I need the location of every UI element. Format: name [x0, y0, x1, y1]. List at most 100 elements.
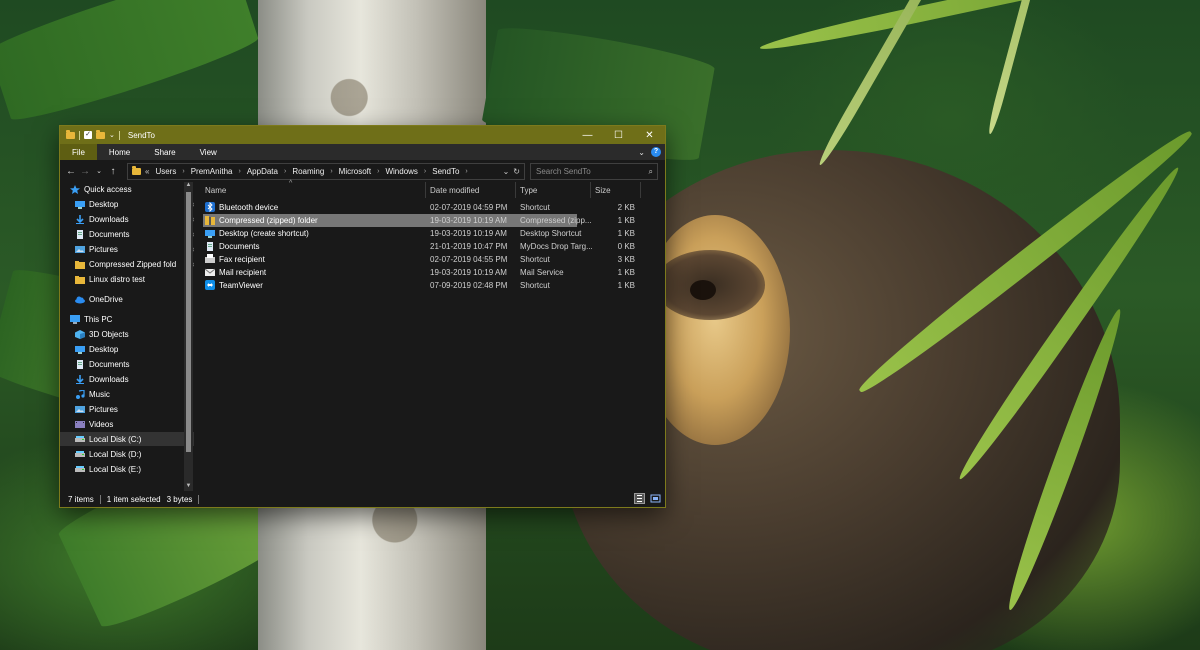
column-header-name[interactable]: Name ^ — [205, 180, 365, 198]
nav-item-label: Local Disk (D:) — [89, 449, 142, 459]
nav-item-this-pc[interactable]: This PC — [60, 312, 194, 326]
chevron-right-icon: › — [283, 168, 287, 175]
up-button[interactable]: ↑ — [106, 166, 120, 177]
column-divider[interactable] — [590, 182, 591, 198]
file-name: Desktop (create shortcut) — [219, 229, 309, 238]
minimize-button[interactable]: — — [572, 126, 603, 144]
help-icon[interactable]: ? — [651, 147, 661, 157]
nav-item-local-disk-c[interactable]: Local Disk (C:) — [60, 432, 194, 446]
nav-item-label: Downloads — [89, 374, 129, 384]
selection-size: 3 bytes — [166, 494, 193, 504]
file-date: 19-03-2019 10:19 AM — [430, 216, 507, 225]
nav-item-label: Compressed Zipped fold — [89, 259, 177, 269]
details-view-icon[interactable] — [634, 493, 645, 504]
file-size: 1 KB — [617, 216, 635, 225]
column-header-size[interactable]: Size — [595, 182, 635, 198]
breadcrumb-item[interactable]: Microsoft — [339, 167, 371, 176]
breadcrumb-item[interactable]: PremAnitha — [191, 167, 233, 176]
breadcrumb-item[interactable]: Roaming — [292, 167, 324, 176]
file-name: Bluetooth device — [219, 203, 279, 212]
file-name: Mail recipient — [219, 268, 267, 277]
close-button[interactable]: ✕ — [634, 126, 665, 144]
file-type: MyDocs Drop Targ... — [520, 242, 592, 251]
nav-item-3d-objects[interactable]: 3D Objects — [60, 327, 194, 341]
file-row[interactable]: Desktop (create shortcut) 19-03-2019 10:1… — [203, 227, 635, 240]
scrollbar-thumb[interactable] — [186, 192, 191, 452]
file-row[interactable]: Compressed (zipped) folder 19-03-2019 10:… — [203, 214, 635, 227]
video-icon — [75, 420, 85, 429]
nav-item-pictures[interactable]: Pictures📌 — [60, 242, 194, 256]
title-bar[interactable]: ✓ ⌄ SendTo — ☐ ✕ — [60, 126, 665, 144]
address-history-icon[interactable]: ⌄ — [503, 167, 510, 176]
nav-item-documents[interactable]: Documents — [60, 357, 194, 371]
recent-locations-button[interactable]: ⌄ — [92, 167, 106, 175]
fax-icon — [205, 254, 215, 264]
tab-file[interactable]: File — [60, 144, 97, 160]
documents-icon — [75, 359, 85, 369]
nav-item-desktop[interactable]: Desktop — [60, 342, 194, 356]
file-row[interactable]: TeamViewer 07-09-2019 02:48 PM Shortcut 1 K… — [203, 279, 635, 292]
column-header-date[interactable]: Date modified — [430, 182, 515, 198]
file-row[interactable]: Fax recipient 02-07-2019 04:55 PM Shortcut… — [203, 253, 635, 266]
breadcrumb-item[interactable]: SendTo — [432, 167, 459, 176]
expand-ribbon-icon[interactable]: ⌄ — [638, 148, 645, 157]
nav-item-downloads[interactable]: Downloads📌 — [60, 212, 194, 226]
nav-item-linux-distro-test[interactable]: Linux distro test — [60, 272, 194, 286]
column-divider[interactable] — [515, 182, 516, 198]
large-icons-view-icon[interactable] — [650, 493, 661, 504]
nav-item-local-disk-d[interactable]: Local Disk (D:) — [60, 447, 194, 461]
nav-item-music[interactable]: Music — [60, 387, 194, 401]
search-box[interactable]: Search SendTo ⌕ — [530, 163, 658, 180]
nav-item-pictures[interactable]: Pictures — [60, 402, 194, 416]
file-size: 0 KB — [617, 242, 635, 251]
back-button[interactable]: ← — [64, 166, 78, 177]
file-name-cell: TeamViewer — [205, 279, 423, 292]
file-type: Shortcut — [520, 281, 550, 290]
selection-count: 1 item selected — [106, 494, 161, 504]
properties-icon[interactable]: ✓ — [84, 131, 92, 139]
customize-toolbar-icon[interactable]: ⌄ — [109, 131, 115, 139]
maximize-button[interactable]: ☐ — [603, 126, 634, 144]
nav-item-documents[interactable]: Documents📌 — [60, 227, 194, 241]
desktop-icon — [75, 200, 85, 209]
file-row[interactable]: Documents 21-01-2019 10:47 PM MyDocs Drop … — [203, 240, 635, 253]
column-header-type[interactable]: Type — [520, 182, 590, 198]
window-title: SendTo — [127, 130, 156, 140]
breadcrumb-item[interactable]: AppData — [247, 167, 278, 176]
divider — [99, 494, 101, 504]
item-count: 7 items — [68, 494, 94, 504]
nav-item-compressed-zipped-fold[interactable]: Compressed Zipped fold📌 — [60, 257, 194, 271]
address-bar[interactable]: « Users › PremAnitha › AppData › Roaming › M… — [127, 163, 525, 180]
column-divider[interactable] — [640, 182, 641, 198]
file-row[interactable]: Mail recipient 19-03-2019 10:19 AM Mail Se… — [203, 266, 635, 279]
breadcrumb-item[interactable]: Windows — [385, 167, 417, 176]
nav-item-downloads[interactable]: Downloads — [60, 372, 194, 386]
scroll-up-icon[interactable]: ▲ — [184, 182, 193, 190]
folder-icon — [75, 260, 85, 269]
nav-item-label: Desktop — [89, 199, 119, 209]
column-label: Date modified — [430, 185, 480, 195]
search-input[interactable]: Search SendTo — [531, 167, 591, 176]
nav-item-local-disk-e[interactable]: Local Disk (E:) — [60, 462, 194, 476]
nav-item-desktop[interactable]: Desktop📌 — [60, 197, 194, 211]
tab-view[interactable]: View — [188, 144, 229, 160]
tab-share[interactable]: Share — [142, 144, 187, 160]
forward-button[interactable]: → — [78, 166, 92, 177]
breadcrumb-overflow[interactable]: « — [145, 167, 149, 176]
nav-item-onedrive[interactable]: OneDrive — [60, 292, 194, 306]
refresh-icon[interactable]: ↻ — [513, 167, 520, 176]
breadcrumb-item[interactable]: Users — [155, 167, 176, 176]
nav-item-videos[interactable]: Videos — [60, 417, 194, 431]
tab-home[interactable]: Home — [97, 144, 142, 160]
column-divider[interactable] — [425, 182, 426, 198]
pictures-icon — [75, 245, 85, 254]
wallpaper-leaf — [0, 0, 262, 128]
file-row[interactable]: Bluetooth device 02-07-2019 04:59 PM Short… — [203, 201, 635, 214]
nav-item-quick-access[interactable]: Quick access — [60, 182, 194, 196]
scroll-down-icon[interactable]: ▼ — [184, 483, 193, 491]
new-folder-icon[interactable] — [96, 129, 105, 139]
nav-scrollbar[interactable]: ▲ ▼ — [184, 182, 193, 491]
cube-icon — [75, 329, 85, 339]
file-name-cell: Documents — [205, 240, 423, 253]
search-icon: ⌕ — [648, 166, 653, 176]
